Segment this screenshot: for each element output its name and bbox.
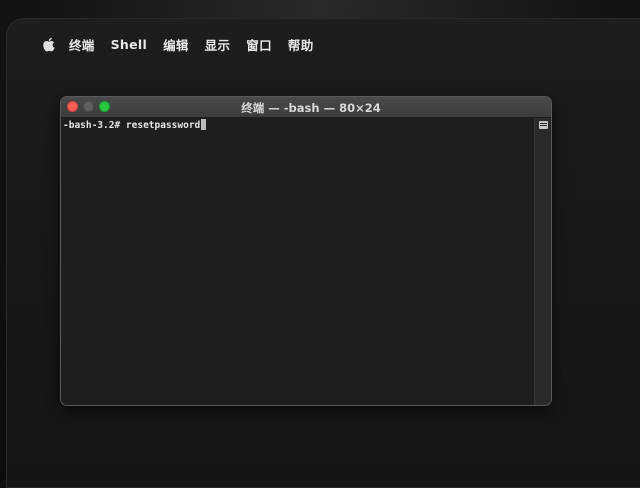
scrollbar[interactable] bbox=[534, 118, 551, 405]
command-line: -bash-3.2# resetpassword bbox=[63, 119, 207, 131]
shell-prompt: -bash-3.2# bbox=[63, 120, 126, 131]
close-button[interactable] bbox=[67, 101, 78, 112]
screen: 终端 Shell 编辑 显示 窗口 帮助 终端 — -bash — 80×24 … bbox=[6, 18, 640, 488]
menu-item-window[interactable]: 窗口 bbox=[246, 35, 272, 54]
apple-logo-icon[interactable] bbox=[42, 37, 55, 52]
minimize-button[interactable] bbox=[83, 101, 94, 112]
menu-item-help[interactable]: 帮助 bbox=[288, 35, 314, 54]
maximize-button[interactable] bbox=[99, 101, 110, 112]
window-title: 终端 — -bash — 80×24 bbox=[241, 101, 381, 115]
menu-item-shell[interactable]: Shell bbox=[111, 37, 147, 52]
menu-bar: 终端 Shell 编辑 显示 窗口 帮助 bbox=[6, 26, 606, 62]
split-pane-icon[interactable] bbox=[539, 121, 548, 129]
terminal-content[interactable]: -bash-3.2# resetpassword bbox=[61, 118, 535, 405]
terminal-window[interactable]: 终端 — -bash — 80×24 -bash-3.2# resetpassw… bbox=[60, 96, 552, 406]
typed-command: resetpassword bbox=[125, 120, 201, 131]
text-cursor bbox=[201, 119, 207, 130]
menu-item-edit[interactable]: 编辑 bbox=[163, 35, 189, 54]
menu-item-view[interactable]: 显示 bbox=[205, 35, 231, 54]
window-titlebar[interactable]: 终端 — -bash — 80×24 bbox=[61, 97, 551, 118]
menu-item-terminal[interactable]: 终端 bbox=[69, 35, 95, 54]
